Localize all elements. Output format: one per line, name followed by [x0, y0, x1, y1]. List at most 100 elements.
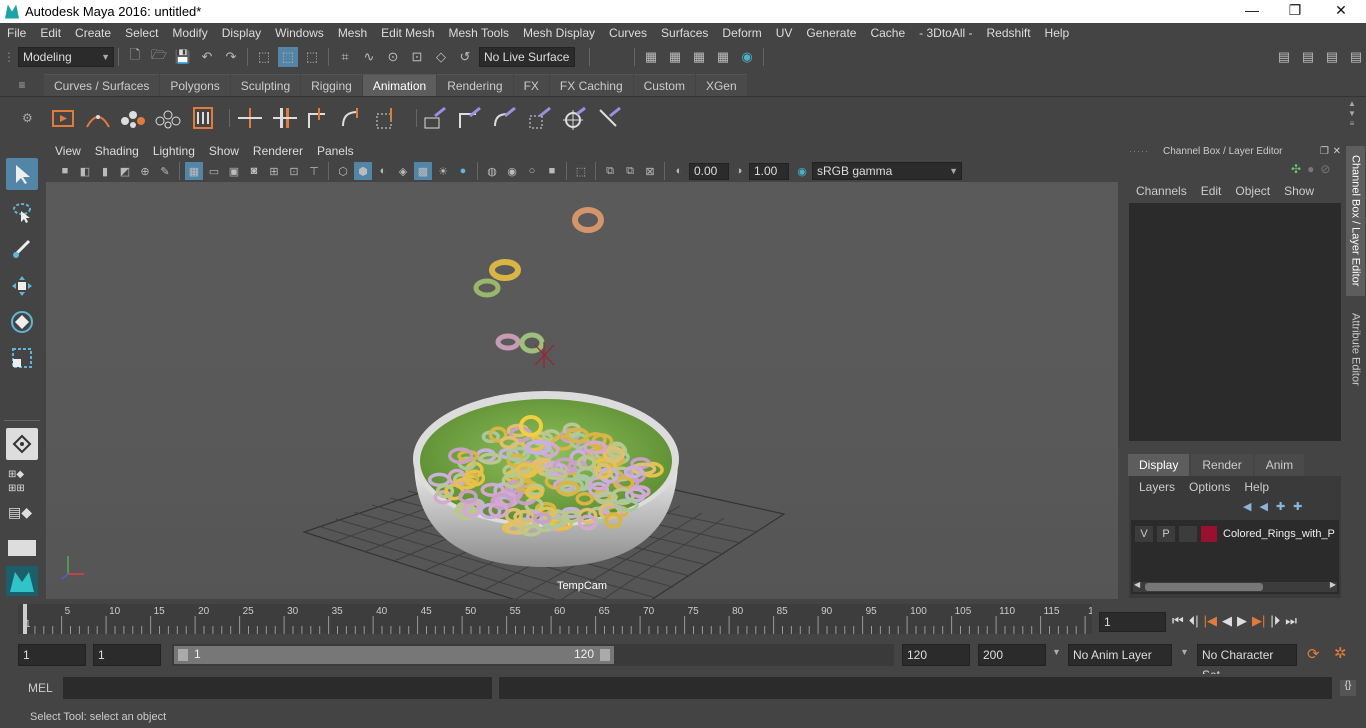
menu-options[interactable]: Options	[1189, 480, 1230, 494]
render-view-icon[interactable]: ▦	[641, 47, 661, 67]
shadows-icon[interactable]: ☀	[434, 162, 452, 180]
pole-vector-icon[interactable]	[595, 103, 625, 133]
axis-icon[interactable]: ✣	[1291, 162, 1301, 176]
menu-uv[interactable]: UV	[769, 23, 800, 43]
layer-row[interactable]: V P Colored_Rings_with_P	[1131, 524, 1339, 544]
panel-menu-panels[interactable]: Panels	[310, 144, 361, 158]
menu-select[interactable]: Select	[118, 23, 165, 43]
go-to-end-icon[interactable]: ⏭	[1285, 613, 1297, 629]
grease-pencil-icon[interactable]: ✎	[156, 162, 174, 180]
aim-constraint-icon[interactable]	[560, 103, 590, 133]
animation-preferences-icon[interactable]: ✲	[1334, 644, 1347, 662]
camera-attributes-icon[interactable]: ◧	[76, 162, 94, 180]
step-back-frame-icon[interactable]: |◀	[1204, 613, 1217, 629]
mode-selector[interactable]: Modeling ▼	[18, 46, 114, 67]
channel-box-icon[interactable]: ▤	[1346, 47, 1366, 67]
scroll-right-icon[interactable]: ▶	[1330, 580, 1336, 589]
scroll-left-icon[interactable]: ◀	[1134, 580, 1140, 589]
playback-end-field[interactable]: 120	[902, 644, 970, 666]
layer-display-type-toggle[interactable]	[1179, 526, 1197, 542]
motion-trail-icon[interactable]	[83, 103, 113, 133]
wireframe-icon[interactable]: ⬡	[334, 162, 352, 180]
ipr-render-icon[interactable]: ▦	[689, 47, 709, 67]
menu-layer-help[interactable]: Help	[1244, 480, 1269, 494]
gamma-field[interactable]: 1.00	[749, 162, 789, 180]
menu-modify[interactable]: Modify	[165, 23, 214, 43]
panel-menu-shading[interactable]: Shading	[88, 144, 146, 158]
gamma-icon[interactable]: ◑	[730, 162, 748, 180]
range-handle-end[interactable]	[600, 649, 610, 661]
playback-start-field[interactable]: 1	[93, 644, 161, 666]
xray-joints-icon[interactable]: ⧉	[601, 162, 619, 180]
resolution-gate-icon[interactable]: ▣	[225, 162, 243, 180]
ghost-icon[interactable]	[118, 103, 148, 133]
menu-layers[interactable]: Layers	[1139, 480, 1175, 494]
tab-attribute-editor[interactable]: Attribute Editor	[1346, 304, 1365, 394]
exposure-icon[interactable]: ◐	[670, 162, 688, 180]
multisample-aa-icon[interactable]: ◉	[503, 162, 521, 180]
slash-icon[interactable]: ⊘	[1320, 162, 1330, 176]
exposure-field[interactable]: 0.00	[689, 162, 729, 180]
modeling-toolkit-icon[interactable]: ▤	[1274, 47, 1294, 67]
isolate-select-icon[interactable]: ■	[543, 162, 561, 180]
snap-view-icon[interactable]: ⊡	[407, 47, 427, 67]
tab-render[interactable]: Render	[1191, 454, 1253, 476]
select-tool-icon[interactable]	[6, 158, 38, 190]
render-frame-icon[interactable]: ▦	[665, 47, 685, 67]
menu-file[interactable]: File	[0, 23, 33, 43]
menu-show[interactable]: Show	[1284, 184, 1314, 202]
scene-start-field[interactable]: 1	[18, 644, 86, 666]
layer-color-swatch[interactable]	[1201, 526, 1217, 542]
move-tool-icon[interactable]	[6, 270, 38, 302]
xray-components-icon[interactable]: ⧉	[621, 162, 639, 180]
four-view-layout-icon[interactable]: ⊞◆ ⊞⊞	[8, 468, 36, 496]
range-handle-start[interactable]	[178, 649, 188, 661]
shelf-scroll-icon[interactable]: ▲ ▼ ≡	[1346, 99, 1358, 129]
step-forward-key-icon[interactable]: |⏵	[1270, 613, 1280, 629]
hypershade-icon[interactable]: ◉	[737, 47, 757, 67]
play-forwards-icon[interactable]: ▶	[1237, 613, 1247, 629]
panel-menu-show[interactable]: Show	[202, 144, 246, 158]
screen-space-ao-icon[interactable]: ●	[454, 162, 472, 180]
panel-menu-renderer[interactable]: Renderer	[246, 144, 310, 158]
float-panel-icon[interactable]: ❐	[1320, 146, 1329, 157]
layer-name[interactable]: Colored_Rings_with_P	[1223, 528, 1339, 540]
select-component-icon[interactable]: ⬚	[302, 47, 322, 67]
live-surface-field[interactable]: No Live Surface	[479, 46, 575, 67]
menu-edit-mesh[interactable]: Edit Mesh	[374, 23, 441, 43]
point-constraint-icon[interactable]	[455, 103, 485, 133]
shelf-menu-icon[interactable]: ≡	[0, 74, 44, 96]
render-settings-icon[interactable]: ▦	[713, 47, 733, 67]
smooth-shade-icon[interactable]: ⬢	[354, 162, 372, 180]
mel-input[interactable]	[63, 677, 492, 699]
script-editor-icon[interactable]: {}	[1340, 680, 1356, 696]
menu-deform[interactable]: Deform	[715, 23, 768, 43]
snap-curve-icon[interactable]: ∿	[359, 47, 379, 67]
menu-3dtoall[interactable]: - 3DtoAll -	[912, 23, 979, 43]
tab-custom[interactable]: Custom	[633, 74, 695, 96]
use-all-lights-icon[interactable]: ▩	[414, 162, 432, 180]
range-slider-bar[interactable]: 1 120	[174, 646, 614, 664]
menu-create[interactable]: Create	[68, 23, 118, 43]
redo-icon[interactable]: ↷	[221, 47, 241, 67]
field-chart-icon[interactable]: ⊞	[265, 162, 283, 180]
tab-anim[interactable]: Anim	[1254, 454, 1305, 476]
cluster-icon[interactable]	[372, 103, 402, 133]
safe-action-icon[interactable]: ⊡	[285, 162, 303, 180]
current-frame-field[interactable]: 1	[1099, 612, 1166, 632]
auto-key-icon[interactable]: ⟳	[1307, 645, 1320, 663]
close-panel-icon[interactable]: ✕	[1333, 146, 1341, 157]
layer-playback-toggle[interactable]: P	[1157, 526, 1175, 542]
menu-object[interactable]: Object	[1235, 184, 1270, 202]
new-layer-icon[interactable]: ✚	[1276, 500, 1285, 513]
tab-fx-caching[interactable]: FX Caching	[549, 74, 633, 96]
persp-outliner-layout-icon[interactable]: ▤◆	[8, 504, 36, 532]
safe-title-icon[interactable]: ⊤	[305, 162, 323, 180]
textured-icon[interactable]: ◈	[394, 162, 412, 180]
gate-mask-icon[interactable]: ◙	[245, 162, 263, 180]
minimize-button[interactable]: —	[1229, 0, 1275, 23]
panel-menu-lighting[interactable]: Lighting	[146, 144, 202, 158]
snap-surface-icon[interactable]: ◇	[431, 47, 451, 67]
scrollbar-thumb[interactable]	[1145, 583, 1263, 591]
save-scene-icon[interactable]: 💾	[173, 47, 193, 67]
